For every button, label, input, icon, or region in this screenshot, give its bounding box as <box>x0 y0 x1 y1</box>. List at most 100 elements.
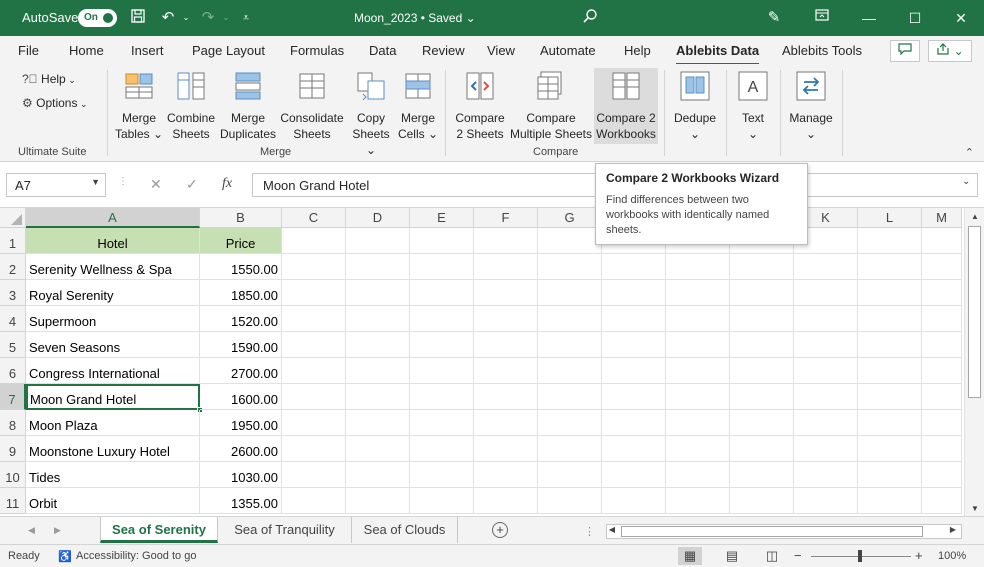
cell-l11[interactable] <box>858 488 922 514</box>
column-header-b[interactable]: B <box>200 208 282 228</box>
cell-d4[interactable] <box>346 306 410 332</box>
cell-h4[interactable] <box>602 306 666 332</box>
tab-review[interactable]: Review <box>422 43 465 58</box>
cell-m1[interactable] <box>922 228 962 254</box>
vertical-scroll-thumb[interactable] <box>968 226 981 398</box>
cell-j8[interactable] <box>730 410 794 436</box>
cell-g3[interactable] <box>538 280 602 306</box>
sheet-tab-sea-of-tranquility[interactable]: Sea of Tranquility <box>218 517 352 543</box>
cell-h8[interactable] <box>602 410 666 436</box>
cell-a8[interactable]: Moon Plaza <box>26 410 200 436</box>
cell-j11[interactable] <box>730 488 794 514</box>
merge-duplicates-button[interactable]: Merge Duplicates <box>218 68 278 142</box>
column-header-c[interactable]: C <box>282 208 346 228</box>
share-button[interactable]: ⌄ <box>928 40 972 62</box>
cancel-icon[interactable]: ✕ <box>150 176 162 193</box>
cell-i11[interactable] <box>666 488 730 514</box>
document-title[interactable]: Moon_2023 • Saved ⌄ <box>354 11 476 25</box>
cell-a7[interactable]: Moon Grand Hotel <box>26 384 200 410</box>
cell-e4[interactable] <box>410 306 474 332</box>
row-header-9[interactable]: 9 <box>0 436 26 462</box>
ribbon-display-icon[interactable] <box>812 8 832 28</box>
cell-m4[interactable] <box>922 306 962 332</box>
cell-e3[interactable] <box>410 280 474 306</box>
cell-i10[interactable] <box>666 462 730 488</box>
maximize-button[interactable]: ☐ <box>892 0 938 36</box>
undo-dropdown-icon[interactable]: ⌄ <box>176 8 196 28</box>
cell-g9[interactable] <box>538 436 602 462</box>
cell-b9[interactable]: 2600.00 <box>200 436 282 462</box>
cell-a9[interactable]: Moonstone Luxury Hotel <box>26 436 200 462</box>
cell-a2[interactable]: Serenity Wellness & Spa <box>26 254 200 280</box>
customize-qat-icon[interactable]: ⩡ <box>236 8 256 28</box>
undo-icon[interactable]: ↶ <box>158 8 178 28</box>
cell-d6[interactable] <box>346 358 410 384</box>
cell-i8[interactable] <box>666 410 730 436</box>
row-header-6[interactable]: 6 <box>0 358 26 384</box>
accessibility-icon[interactable]: ♿ <box>58 550 72 563</box>
cell-m9[interactable] <box>922 436 962 462</box>
cell-g7[interactable] <box>538 384 602 410</box>
cell-k2[interactable] <box>794 254 858 280</box>
help-button[interactable]: ?⃝ Help ⌄ <box>22 72 76 86</box>
tab-page-layout[interactable]: Page Layout <box>192 43 265 58</box>
column-header-e[interactable]: E <box>410 208 474 228</box>
cell-f1[interactable] <box>474 228 538 254</box>
cell-k8[interactable] <box>794 410 858 436</box>
cell-c5[interactable] <box>282 332 346 358</box>
tab-ablebits-data[interactable]: Ablebits Data <box>676 43 760 66</box>
tab-view[interactable]: View <box>487 43 515 58</box>
row-header-4[interactable]: 4 <box>0 306 26 332</box>
insert-function-icon[interactable]: fx <box>222 176 232 192</box>
cell-l3[interactable] <box>858 280 922 306</box>
cell-a10[interactable]: Tides <box>26 462 200 488</box>
collapse-ribbon-icon[interactable]: ⌃ <box>965 146 974 159</box>
cell-g2[interactable] <box>538 254 602 280</box>
cell-b8[interactable]: 1950.00 <box>200 410 282 436</box>
cell-e1[interactable] <box>410 228 474 254</box>
designer-pen-icon[interactable]: ✎ <box>764 8 784 28</box>
sheet-next-icon[interactable]: ▶ <box>54 525 61 536</box>
manage-button[interactable]: Manage ⌄ <box>786 68 836 142</box>
close-button[interactable]: ✕ <box>938 0 984 36</box>
cell-a4[interactable]: Supermoon <box>26 306 200 332</box>
cell-b10[interactable]: 1030.00 <box>200 462 282 488</box>
cell-c3[interactable] <box>282 280 346 306</box>
text-button[interactable]: A Text ⌄ <box>732 68 774 142</box>
tab-formulas[interactable]: Formulas <box>290 43 344 58</box>
cell-k4[interactable] <box>794 306 858 332</box>
autosave-toggle[interactable]: On <box>78 9 117 27</box>
cell-b7[interactable]: 1600.00 <box>200 384 282 410</box>
cell-i5[interactable] <box>666 332 730 358</box>
cell-k10[interactable] <box>794 462 858 488</box>
scroll-left-arrow-icon[interactable]: ◀ <box>606 525 618 534</box>
row-header-3[interactable]: 3 <box>0 280 26 306</box>
merge-cells-button[interactable]: Merge Cells ⌄ <box>396 68 440 142</box>
merge-tables-button[interactable]: Merge Tables ⌄ <box>114 68 164 142</box>
combine-sheets-button[interactable]: Combine Sheets <box>164 68 218 142</box>
tab-home[interactable]: Home <box>69 43 104 58</box>
cell-g6[interactable] <box>538 358 602 384</box>
cell-m7[interactable] <box>922 384 962 410</box>
cell-h10[interactable] <box>602 462 666 488</box>
cell-c10[interactable] <box>282 462 346 488</box>
cell-e5[interactable] <box>410 332 474 358</box>
cell-j2[interactable] <box>730 254 794 280</box>
enter-icon[interactable]: ✓ <box>186 176 198 193</box>
cell-m8[interactable] <box>922 410 962 436</box>
cell-l10[interactable] <box>858 462 922 488</box>
cell-m6[interactable] <box>922 358 962 384</box>
zoom-in-icon[interactable]: + <box>915 548 923 563</box>
cell-d11[interactable] <box>346 488 410 514</box>
cell-d10[interactable] <box>346 462 410 488</box>
cell-j7[interactable] <box>730 384 794 410</box>
save-icon[interactable] <box>128 8 148 28</box>
cell-c8[interactable] <box>282 410 346 436</box>
cell-l2[interactable] <box>858 254 922 280</box>
cell-h11[interactable] <box>602 488 666 514</box>
cell-f2[interactable] <box>474 254 538 280</box>
cell-l5[interactable] <box>858 332 922 358</box>
tab-automate[interactable]: Automate <box>540 43 596 58</box>
cell-d1[interactable] <box>346 228 410 254</box>
cell-e2[interactable] <box>410 254 474 280</box>
